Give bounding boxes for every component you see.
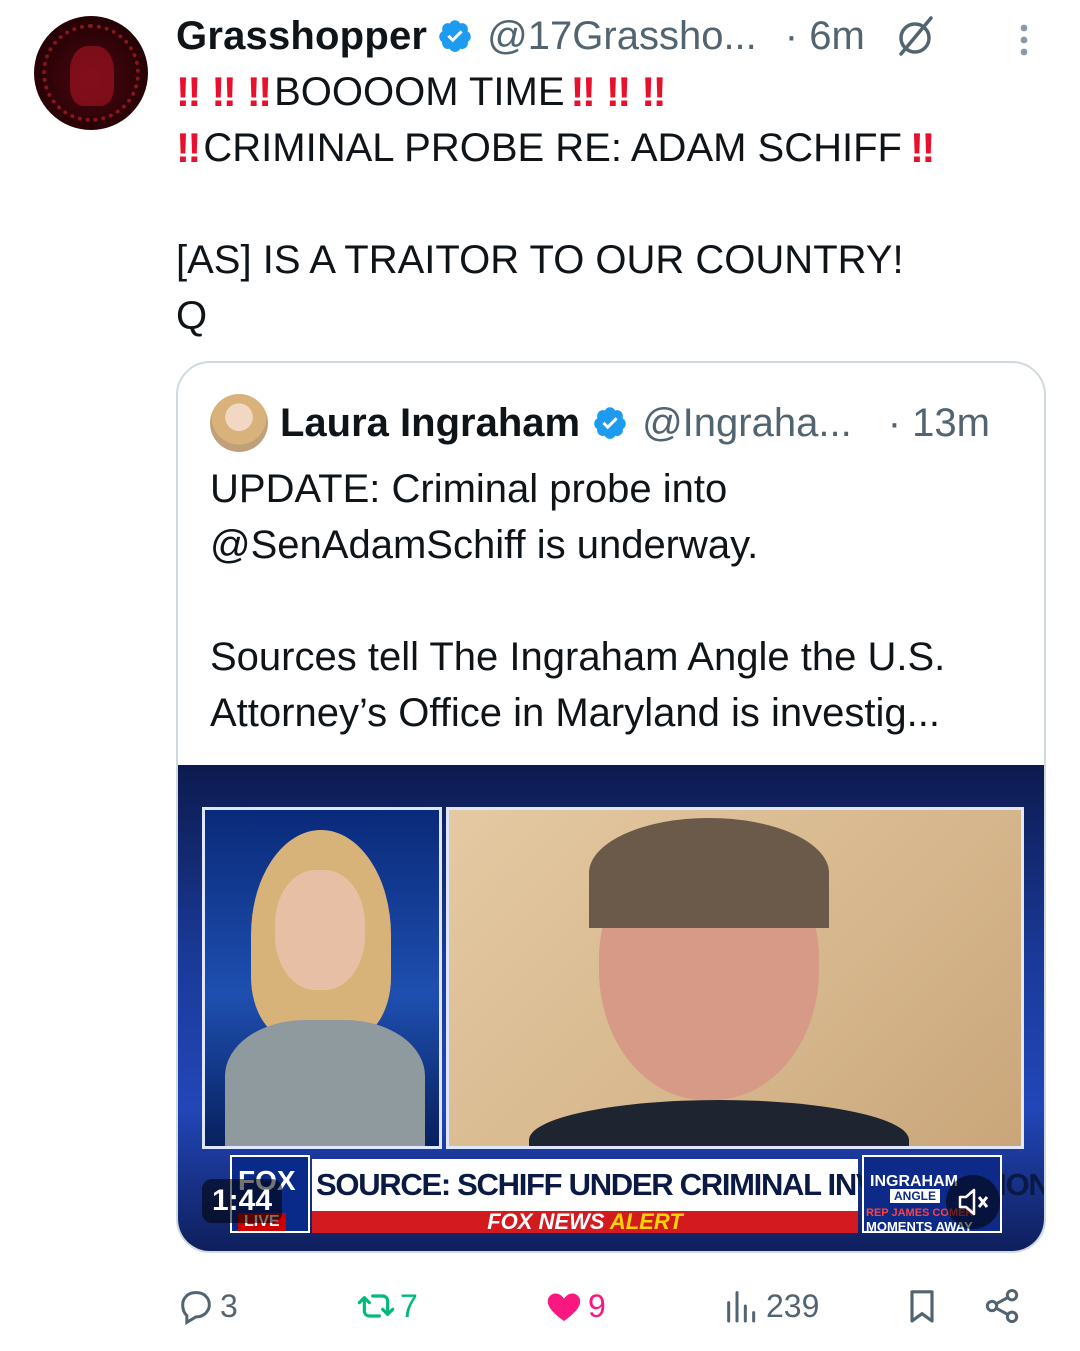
views-chart-icon: [727, 1291, 756, 1323]
quoted-tweet-text: UPDATE: Criminal probe into @SenAdamSchi…: [210, 461, 1030, 741]
quoted-text-line: @SenAdamSchiff is underway.: [210, 523, 759, 567]
views-button[interactable]: 239: [722, 1278, 819, 1334]
bookmark-icon: [910, 1290, 934, 1323]
tweet-line-3: [AS] IS A TRAITOR TO OUR COUNTRY!: [176, 232, 1036, 288]
more-options-icon[interactable]: [1012, 20, 1036, 60]
double-exclamation-emoji: ‼: [641, 68, 666, 115]
quoted-author-handle[interactable]: @Ingraha...: [642, 401, 852, 446]
video-player[interactable]: FOX LIVE SOURCE: SCHIFF UNDER CRIMINAL I…: [178, 765, 1044, 1251]
avatar-figure: [70, 46, 114, 106]
quoted-text-line: Attorney’s Office in Maryland is investi…: [210, 691, 940, 735]
double-exclamation-emoji: ‼: [605, 68, 631, 115]
author-name[interactable]: Grasshopper: [176, 14, 427, 59]
quoted-tweet-header: Laura Ingraham @Ingraha... · 13m: [210, 393, 990, 453]
mute-button[interactable]: [946, 1175, 1000, 1229]
double-exclamation-emoji: ‼: [910, 124, 935, 171]
double-exclamation-emoji: ‼: [211, 68, 236, 115]
like-count: 9: [588, 1287, 606, 1324]
verified-badge-icon: [439, 20, 471, 52]
reply-icon: [181, 1291, 211, 1325]
quoted-text-line: Sources tell The Ingraham Angle the U.S.: [210, 635, 946, 679]
tweet-text: ‼ ‼ ‼ BOOOOM TIME ‼ ‼ ‼ ‼ CRIMINAL PROBE…: [176, 64, 1036, 344]
tweet-line-1: ‼ ‼ ‼ BOOOOM TIME ‼ ‼ ‼: [176, 64, 1036, 120]
tweet-text-line1: BOOOOM TIME: [274, 70, 565, 114]
video-duration: 1:44: [202, 1179, 283, 1223]
tweet-action-bar: 3 7 9 239: [0, 1278, 1080, 1334]
repost-count: 7: [400, 1287, 418, 1324]
news-alert-banner: FOX NEWS ALERT: [312, 1211, 858, 1233]
bookmark-button[interactable]: [902, 1278, 946, 1334]
quoted-author-avatar[interactable]: [210, 394, 268, 452]
tweet-line-2: ‼ CRIMINAL PROBE RE: ADAM SCHIFF ‼: [176, 120, 1036, 176]
author-avatar[interactable]: [34, 16, 148, 130]
double-exclamation-emoji: ‼: [176, 124, 201, 171]
repost-icon: [357, 1294, 395, 1318]
views-count: 239: [766, 1287, 820, 1324]
tweet-text-line4: Q: [176, 294, 208, 338]
quoted-author-name[interactable]: Laura Ingraham: [280, 401, 580, 446]
reply-button[interactable]: 3: [176, 1278, 238, 1334]
double-exclamation-emoji: ‼: [570, 68, 596, 115]
quoted-tweet-card[interactable]: Laura Ingraham @Ingraha... · 13m UPDATE:…: [176, 361, 1046, 1253]
quoted-tweet-time[interactable]: · 13m: [888, 401, 990, 446]
share-icon: [985, 1289, 1019, 1323]
reply-count: 3: [220, 1287, 238, 1324]
news-lower-third: FOX LIVE SOURCE: SCHIFF UNDER CRIMINAL I…: [230, 1155, 1044, 1235]
video-left-panel-host: [202, 807, 442, 1149]
tweet-text-line3: [AS] IS A TRAITOR TO OUR COUNTRY!: [176, 238, 904, 282]
double-exclamation-emoji: ‼: [246, 68, 272, 115]
grok-slash-icon[interactable]: [891, 12, 939, 60]
tweet-line-4: Q: [176, 288, 1036, 344]
speaker-muted-icon: [958, 1188, 989, 1216]
repost-button[interactable]: 7: [356, 1278, 418, 1334]
video-right-panel-guest: [446, 807, 1024, 1149]
author-handle[interactable]: @17Grassho...: [487, 14, 757, 59]
heart-filled-icon: [547, 1293, 581, 1321]
like-button[interactable]: 9: [544, 1278, 606, 1334]
tweet-time[interactable]: · 6m: [785, 14, 865, 59]
double-exclamation-emoji: ‼: [176, 68, 201, 115]
share-button[interactable]: [982, 1278, 1026, 1334]
tweet-header: Grasshopper @17Grassho... · 6m: [176, 10, 939, 62]
verified-badge-icon: [594, 407, 626, 439]
news-headline: SOURCE: SCHIFF UNDER CRIMINAL INVESTIGAT…: [312, 1159, 1044, 1211]
tweet-text-line2: CRIMINAL PROBE RE: ADAM SCHIFF: [203, 126, 902, 170]
quoted-text-line: UPDATE: Criminal probe into: [210, 467, 728, 511]
